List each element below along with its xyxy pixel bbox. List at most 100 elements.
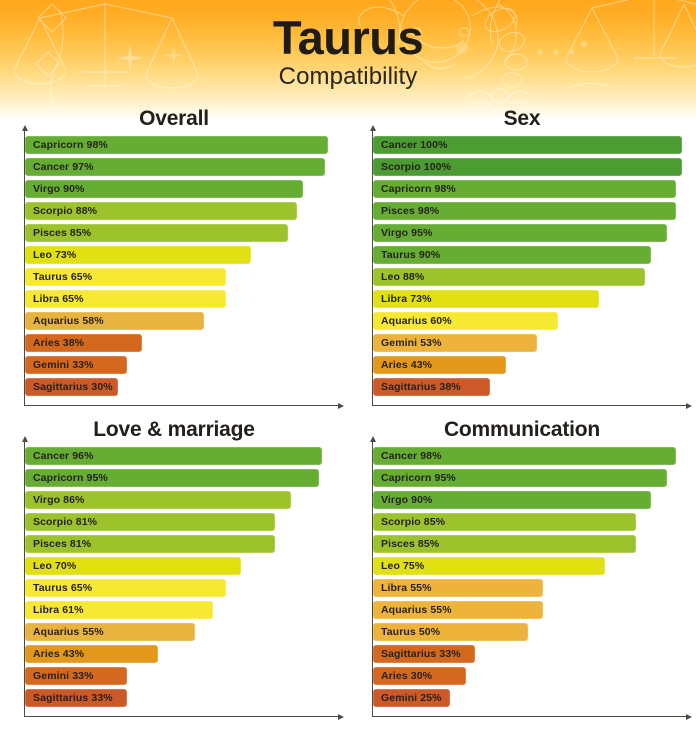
bar: Leo 73%: [25, 246, 251, 264]
bar-row: Sagittarius 30%: [25, 378, 334, 396]
bar-row: Taurus 50%: [373, 623, 682, 641]
bar: Gemini 33%: [25, 667, 127, 685]
x-axis: [372, 713, 692, 720]
bar: Aquarius 60%: [373, 312, 559, 330]
bar-row: Virgo 90%: [373, 491, 682, 509]
bar-label: Sagittarius 30%: [33, 381, 113, 393]
bar: Gemini 33%: [25, 356, 127, 374]
x-axis: [372, 402, 692, 409]
bar: Libra 61%: [25, 601, 214, 619]
bar: Aries 43%: [373, 356, 506, 374]
bar-row: Leo 75%: [373, 557, 682, 575]
page-subtitle: Compatibility: [278, 63, 418, 90]
bar-label: Gemini 53%: [381, 337, 442, 349]
infographic-page: Taurus Compatibility Overall Capricorn 9…: [0, 0, 696, 742]
bar-label: Aries 43%: [33, 648, 85, 660]
bar: Pisces 81%: [25, 535, 276, 553]
bar-label: Cancer 97%: [33, 161, 94, 173]
bar-label: Capricorn 95%: [381, 472, 456, 484]
x-axis: [24, 713, 344, 720]
bar: Aries 38%: [25, 334, 143, 352]
bar-row: Pisces 85%: [373, 535, 682, 553]
bar: Sagittarius 33%: [25, 689, 127, 707]
bar-row: Pisces 98%: [373, 202, 682, 220]
bar-label: Virgo 86%: [33, 494, 85, 506]
bar-row: Scorpio 88%: [25, 202, 334, 220]
bar-row: Capricorn 98%: [25, 136, 334, 154]
bar: Aquarius 55%: [25, 623, 195, 641]
bar-row: Aries 38%: [25, 334, 334, 352]
bar-label: Aquarius 58%: [33, 315, 104, 327]
bar-label: Gemini 33%: [33, 359, 94, 371]
bar-row: Sagittarius 38%: [373, 378, 682, 396]
bar-label: Sagittarius 33%: [381, 648, 461, 660]
bar-label: Virgo 90%: [381, 494, 433, 506]
bar-label: Capricorn 98%: [33, 139, 108, 151]
bar-row: Pisces 85%: [25, 224, 334, 242]
chart-title: Communication: [443, 418, 601, 441]
chart-sex: Sex Cancer 100% Scorpio 100% Capricorn 98%…: [348, 104, 696, 423]
bar-label: Aquarius 60%: [381, 315, 452, 327]
bar: Gemini 53%: [373, 334, 537, 352]
bar: Taurus 50%: [373, 623, 528, 641]
bar-row: Capricorn 98%: [373, 180, 682, 198]
bar-label: Aquarius 55%: [33, 626, 104, 638]
bar-label: Libra 55%: [381, 582, 432, 594]
bar-row: Libra 61%: [25, 601, 334, 619]
bar: Libra 73%: [373, 290, 599, 308]
bar-label: Capricorn 98%: [381, 183, 456, 195]
bar: Aquarius 58%: [25, 312, 205, 330]
bar-label: Gemini 33%: [33, 670, 94, 682]
bar-label: Leo 70%: [33, 560, 77, 572]
bar-label: Aries 30%: [381, 670, 433, 682]
bar-label: Leo 88%: [381, 271, 425, 283]
bar-label: Pisces 85%: [33, 227, 92, 239]
bar-label: Cancer 96%: [33, 450, 94, 462]
chart-title: Love & marriage: [93, 418, 255, 441]
plot-area: Cancer 98% Capricorn 95% Virgo 90% Scorpio …: [369, 436, 692, 720]
bar-row: Sagittarius 33%: [25, 689, 334, 707]
bars-container: Cancer 96% Capricorn 95% Virgo 86% Scorpio …: [25, 447, 334, 715]
bar-label: Libra 65%: [33, 293, 84, 305]
bar-row: Leo 88%: [373, 268, 682, 286]
bar-row: Scorpio 100%: [373, 158, 682, 176]
bar: Aries 43%: [25, 645, 158, 663]
bar: Pisces 98%: [373, 202, 676, 220]
bar-label: Aries 38%: [33, 337, 85, 349]
bars-container: Cancer 100% Scorpio 100% Capricorn 98% Pisc…: [373, 136, 682, 404]
bar: Pisces 85%: [373, 535, 636, 553]
plot-area: Capricorn 98% Cancer 97% Virgo 90% Scorpio …: [21, 125, 344, 409]
bar-label: Sagittarius 38%: [381, 381, 461, 393]
bar-label: Taurus 90%: [381, 249, 441, 261]
bar-row: Scorpio 85%: [373, 513, 682, 531]
bar-row: Cancer 100%: [373, 136, 682, 154]
bar-label: Aries 43%: [381, 359, 433, 371]
bar: Gemini 25%: [373, 689, 451, 707]
bar-row: Scorpio 81%: [25, 513, 334, 531]
bar: Scorpio 100%: [373, 158, 682, 176]
bar-row: Gemini 25%: [373, 689, 682, 707]
bar-label: Cancer 98%: [381, 450, 442, 462]
bar: Leo 70%: [25, 557, 242, 575]
bar: Taurus 65%: [25, 268, 226, 286]
chart-title: Sex: [503, 107, 541, 130]
bar-row: Gemini 33%: [25, 667, 334, 685]
bar-label: Virgo 90%: [33, 183, 85, 195]
bar-row: Aries 43%: [25, 645, 334, 663]
bar-row: Cancer 97%: [25, 158, 334, 176]
chart-overall: Overall Capricorn 98% Cancer 97% Virgo 90%…: [0, 104, 348, 423]
bar: Cancer 96%: [25, 447, 322, 465]
bar: Libra 55%: [373, 579, 543, 597]
header-banner: Taurus Compatibility: [0, 0, 696, 120]
bar-label: Virgo 95%: [381, 227, 433, 239]
bar-label: Taurus 65%: [33, 582, 93, 594]
bar-row: Aquarius 60%: [373, 312, 682, 330]
plot-area: Cancer 100% Scorpio 100% Capricorn 98% Pisc…: [369, 125, 692, 409]
bar: Sagittarius 33%: [373, 645, 475, 663]
bar: Capricorn 98%: [25, 136, 328, 154]
bar-row: Virgo 86%: [25, 491, 334, 509]
bar: Cancer 97%: [25, 158, 325, 176]
bar: Capricorn 95%: [25, 469, 319, 487]
header-titles: Taurus Compatibility: [0, 0, 696, 91]
bar-row: Taurus 65%: [25, 268, 334, 286]
